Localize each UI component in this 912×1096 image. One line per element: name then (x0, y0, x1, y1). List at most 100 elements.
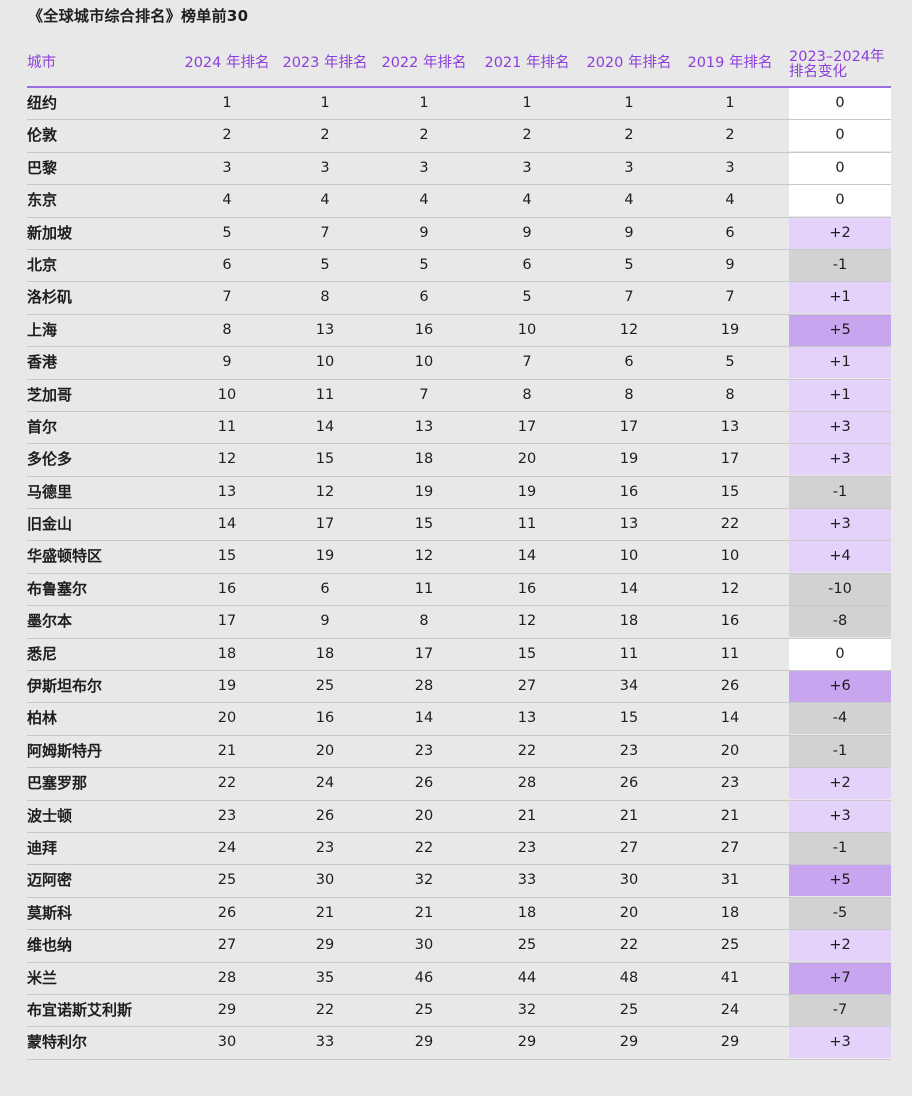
rank-change-cell: +2 (789, 930, 891, 962)
rank-2024: 25 (217, 872, 237, 889)
rank-2019: 26 (720, 678, 740, 695)
rank-2023: 2 (320, 127, 330, 144)
table-row: 悉尼 18 18 17 15 11 11 0 (27, 638, 891, 672)
rank-2021: 17 (517, 418, 537, 435)
table-row: 多伦多 12 15 18 20 19 17 +3 (27, 444, 891, 477)
header-change: 2023–2024年排名变化 (789, 49, 885, 80)
table-title: 《全球城市综合排名》榜单前30 (28, 7, 249, 25)
city-name: 纽约 (27, 94, 58, 112)
city-name: 洛杉矶 (27, 288, 73, 307)
rank-2021: 15 (517, 645, 537, 662)
rank-change-cell: +1 (789, 282, 891, 314)
table-row: 波士顿 23 26 20 21 21 21 +3 (27, 800, 891, 833)
rank-2019: 10 (720, 548, 740, 565)
rank-2022: 1 (419, 95, 429, 111)
rank-change-cell: +3 (789, 509, 891, 541)
table-row: 芝加哥 10 11 7 8 8 8 +1 (27, 379, 891, 412)
rank-2020: 12 (619, 321, 639, 338)
table-row: 阿姆斯特丹 21 20 23 22 23 20 -1 (27, 735, 891, 769)
table-row: 东京 4 4 4 4 4 4 0 (27, 185, 891, 218)
rank-2022: 25 (414, 1001, 434, 1018)
rank-2021: 1 (522, 95, 532, 111)
rank-2019: 18 (720, 904, 740, 921)
city-name: 阿姆斯特丹 (27, 741, 103, 760)
rank-change-cell: -5 (789, 897, 891, 929)
rank-2023: 26 (315, 807, 335, 824)
rank-2020: 20 (619, 904, 639, 921)
rank-2019: 1 (725, 95, 735, 111)
table-row: 墨尔本 17 9 8 12 18 16 -8 (27, 606, 891, 639)
rank-2021: 14 (517, 548, 537, 565)
rank-change-cell: -1 (789, 249, 891, 281)
rank-2020: 48 (619, 969, 639, 986)
rank-2023: 3 (320, 159, 330, 176)
city-name: 伦敦 (27, 126, 58, 145)
rank-2024: 24 (217, 839, 237, 856)
rank-change-cell: +2 (789, 217, 891, 249)
table-row: 迈阿密 25 30 32 33 30 31 +5 (27, 865, 891, 898)
rank-2024: 30 (217, 1034, 237, 1051)
rank-2021: 3 (522, 159, 532, 176)
header-city: 城市 (27, 55, 56, 71)
rank-2020: 19 (619, 451, 639, 468)
rank-2019: 11 (720, 645, 740, 662)
city-name: 布宜诺斯艾利斯 (27, 1000, 133, 1019)
rank-2020: 22 (619, 937, 639, 954)
rank-2023: 23 (315, 839, 335, 856)
city-name: 上海 (27, 320, 58, 339)
city-name: 迪拜 (27, 838, 58, 857)
rank-change-cell: -8 (789, 606, 891, 638)
rank-2021: 10 (517, 321, 537, 338)
rank-2021: 33 (517, 872, 537, 889)
rank-2019: 31 (720, 872, 740, 889)
rank-2020: 7 (624, 289, 634, 306)
header-2020: 2020 年排名 (586, 55, 672, 71)
rank-2019: 8 (725, 386, 735, 403)
rank-2019: 20 (720, 742, 740, 759)
rank-2019: 13 (720, 418, 740, 435)
rank-2019: 24 (720, 1001, 740, 1018)
rank-change-cell: -1 (789, 832, 891, 864)
rank-change-cell: -10 (789, 573, 891, 605)
city-name: 莫斯科 (27, 903, 73, 922)
header-2023: 2023 年排名 (282, 55, 368, 71)
rank-2024: 21 (217, 742, 237, 759)
table-row: 香港 9 10 10 7 6 5 +1 (27, 347, 891, 380)
rank-2022: 18 (414, 451, 434, 468)
rank-2023: 15 (315, 451, 335, 468)
city-name: 芝加哥 (27, 385, 73, 404)
rank-2021: 18 (517, 904, 537, 921)
header-2021: 2021 年排名 (484, 55, 570, 71)
rank-2022: 9 (419, 224, 429, 241)
rank-2024: 18 (217, 645, 237, 662)
rank-2023: 33 (315, 1034, 335, 1051)
table-row: 上海 8 13 16 10 12 19 +5 (27, 314, 891, 348)
rank-2020: 11 (619, 645, 639, 662)
rank-2023: 22 (315, 1001, 335, 1018)
rank-2022: 22 (414, 839, 434, 856)
rank-2021: 11 (517, 516, 537, 533)
rank-2019: 14 (720, 710, 740, 727)
rank-change-cell: -7 (789, 994, 891, 1026)
rank-2020: 26 (619, 775, 639, 792)
rank-2020: 3 (624, 159, 634, 176)
rank-2024: 2 (222, 127, 232, 144)
rank-2023: 12 (315, 483, 335, 500)
rank-2022: 11 (414, 580, 434, 597)
rank-2021: 4 (522, 192, 532, 209)
rank-2022: 12 (414, 548, 434, 565)
city-name: 墨尔本 (27, 612, 73, 631)
rank-change-cell: -4 (789, 703, 891, 735)
table-row: 伦敦 2 2 2 2 2 2 0 (27, 120, 891, 153)
city-name: 首尔 (27, 417, 58, 436)
rank-2020: 21 (619, 807, 639, 824)
city-name: 多伦多 (27, 450, 73, 469)
rank-2024: 4 (222, 192, 232, 209)
rank-change-cell: -1 (789, 735, 891, 767)
rank-2020: 8 (624, 386, 634, 403)
rank-2020: 2 (624, 127, 634, 144)
rank-2022: 29 (414, 1034, 434, 1051)
rank-2024: 27 (217, 937, 237, 954)
rank-change-cell: 0 (789, 88, 891, 119)
rank-change-cell: +3 (789, 411, 891, 443)
